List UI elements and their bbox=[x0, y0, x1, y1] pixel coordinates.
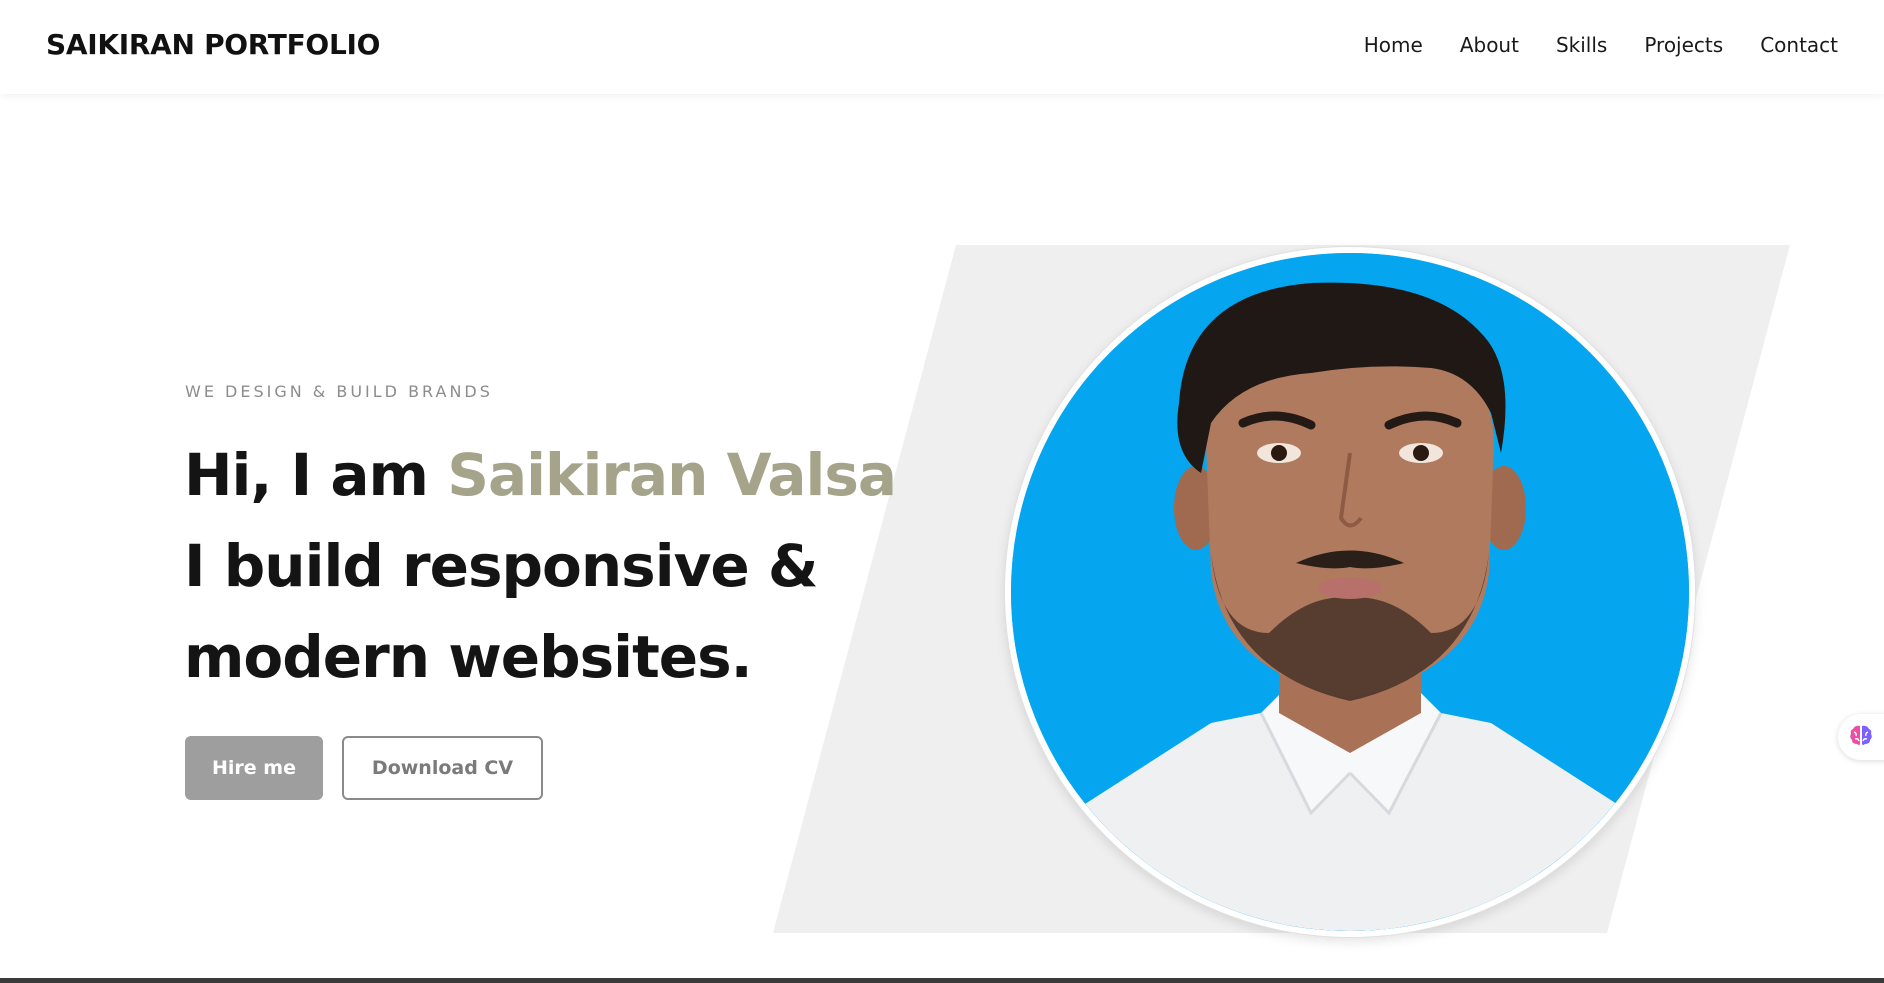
profile-portrait-illustration bbox=[1011, 253, 1689, 931]
nav-link-home[interactable]: Home bbox=[1364, 33, 1423, 57]
side-widget-tab[interactable] bbox=[1838, 714, 1884, 760]
nav-link-contact[interactable]: Contact bbox=[1760, 33, 1838, 57]
nav-link-about[interactable]: About bbox=[1460, 33, 1519, 57]
bottom-border bbox=[0, 978, 1884, 983]
brain-icon bbox=[1848, 722, 1874, 752]
hire-me-button[interactable]: Hire me bbox=[185, 736, 323, 800]
profile-photo bbox=[1005, 247, 1695, 937]
headline-line-2: I build responsive & bbox=[184, 532, 819, 600]
nav-link-skills[interactable]: Skills bbox=[1556, 33, 1607, 57]
headline-line-3: modern websites. bbox=[184, 623, 753, 691]
brand-logo[interactable]: SAIKIRAN PORTFOLIO bbox=[46, 28, 380, 61]
hero-headline: Hi, I am Saikiran Valsa I build responsi… bbox=[184, 430, 904, 703]
hero-eyebrow: WE DESIGN & BUILD BRANDS bbox=[185, 382, 493, 401]
headline-greeting: Hi, I am bbox=[184, 441, 448, 509]
download-cv-button[interactable]: Download CV bbox=[342, 736, 543, 800]
nav-links: Home About Skills Projects Contact bbox=[1364, 33, 1838, 57]
nav-link-projects[interactable]: Projects bbox=[1644, 33, 1723, 57]
navbar: SAIKIRAN PORTFOLIO Home About Skills Pro… bbox=[0, 0, 1884, 94]
headline-name: Saikiran Valsa bbox=[447, 441, 897, 509]
headline-line-1: Hi, I am Saikiran Valsa bbox=[184, 430, 904, 521]
